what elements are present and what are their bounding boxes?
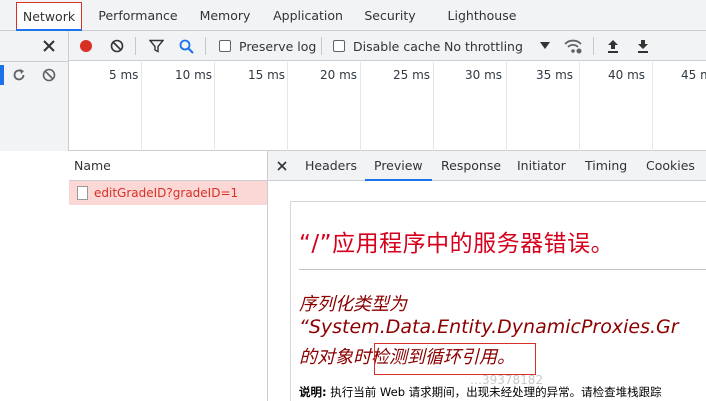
timeline-tick-label: 15 ms — [248, 68, 286, 82]
tab-network[interactable]: Network — [16, 2, 82, 30]
disable-cache-checkbox[interactable]: Disable cache — [333, 37, 440, 55]
timeline-tick-label: 35 ms — [536, 68, 574, 82]
upload-icon[interactable] — [605, 37, 621, 55]
timeline-gridline — [506, 62, 507, 151]
timeline-gridline — [433, 62, 434, 151]
network-overview-timeline[interactable]: 5 ms 10 ms 15 ms 20 ms 25 ms 30 ms 35 ms… — [69, 62, 706, 151]
selection-marker — [0, 65, 4, 85]
timeline-gridline — [287, 62, 288, 151]
divider — [299, 269, 706, 270]
disable-cache-label: Disable cache — [353, 38, 441, 54]
timeline-tick-label: 10 ms — [175, 68, 213, 82]
timeline-tick-label: 40 ms — [608, 68, 646, 82]
timeline-tick-label: 45 m — [681, 68, 706, 82]
error-message-line: 序列化类型为 — [299, 294, 407, 315]
preserve-log-checkbox[interactable]: Preserve log — [219, 37, 316, 55]
response-preview: “/”应用程序中的服务器错误。 序列化类型为 “System.Data.Enti… — [290, 201, 706, 401]
tab-initiator[interactable]: Initiator — [517, 151, 566, 181]
tab-preview[interactable]: Preview — [365, 151, 432, 181]
tab-memory[interactable]: Memory — [192, 0, 258, 31]
timeline-tick-label: 20 ms — [320, 68, 358, 82]
throttling-value: No throttling — [444, 38, 523, 54]
network-toolbar: Preserve log Disable cache No throttling — [69, 31, 706, 61]
document-icon — [77, 186, 88, 200]
tab-lighthouse[interactable]: Lighthouse — [438, 0, 526, 31]
disable-cache-check[interactable] — [333, 40, 345, 52]
devtools-tab-bar: Network Performance Memory Application S… — [0, 0, 706, 31]
timeline-tick-label: 5 ms — [109, 68, 139, 82]
details-tab-bar: Headers Preview Response Initiator Timin… — [268, 151, 706, 181]
tab-headers[interactable]: Headers — [305, 151, 357, 181]
timeline-gridline — [652, 62, 653, 151]
description-text: 执行当前 Web 请求期间，出现未经处理的异常。请检查堆栈跟踪 — [330, 385, 662, 399]
tab-response[interactable]: Response — [441, 151, 501, 181]
reload-icon[interactable] — [10, 65, 28, 85]
search-icon[interactable] — [177, 37, 195, 55]
timeline-gridline — [360, 62, 361, 151]
download-icon[interactable] — [635, 37, 651, 55]
wifi-settings-icon[interactable] — [562, 36, 584, 56]
timeline-gridline — [214, 62, 215, 151]
tab-cookies[interactable]: Cookies — [646, 151, 695, 181]
request-name: editGradeID?gradeID=1 — [94, 186, 239, 200]
annotation-highlight — [374, 343, 536, 375]
dropdown-icon[interactable] — [538, 37, 552, 55]
preserve-log-label: Preserve log — [239, 38, 317, 54]
close-icon[interactable] — [40, 36, 58, 56]
left-panel-strip — [0, 31, 69, 151]
request-list: Name editGradeID?gradeID=1 — [69, 151, 268, 401]
watermark: …39378182 — [470, 373, 544, 387]
timeline-tick-label: 30 ms — [465, 68, 503, 82]
tab-performance[interactable]: Performance — [92, 0, 184, 31]
request-details-pane: Headers Preview Response Initiator Timin… — [268, 151, 706, 401]
preserve-log-check[interactable] — [219, 40, 231, 52]
timeline-gridline — [141, 62, 142, 151]
timeline-gridline — [579, 62, 580, 151]
request-row[interactable]: editGradeID?gradeID=1 — [69, 181, 267, 205]
error-message-line: “System.Data.Entity.DynamicProxies.Gr — [299, 316, 679, 338]
close-details-icon[interactable] — [274, 157, 290, 175]
name-column-header[interactable]: Name — [69, 151, 267, 181]
description-label: 说明: — [299, 385, 327, 399]
block-icon[interactable] — [40, 65, 58, 85]
tab-application[interactable]: Application — [266, 0, 350, 31]
error-title: “/”应用程序中的服务器错误。 — [299, 231, 615, 257]
stop-icon[interactable] — [108, 37, 126, 55]
tab-timing[interactable]: Timing — [585, 151, 627, 181]
timeline-tick-label: 25 ms — [393, 68, 431, 82]
tab-security[interactable]: Security — [358, 0, 422, 31]
record-icon[interactable] — [77, 37, 95, 55]
throttling-select[interactable]: No throttling — [444, 37, 523, 55]
filter-icon[interactable] — [147, 37, 165, 55]
